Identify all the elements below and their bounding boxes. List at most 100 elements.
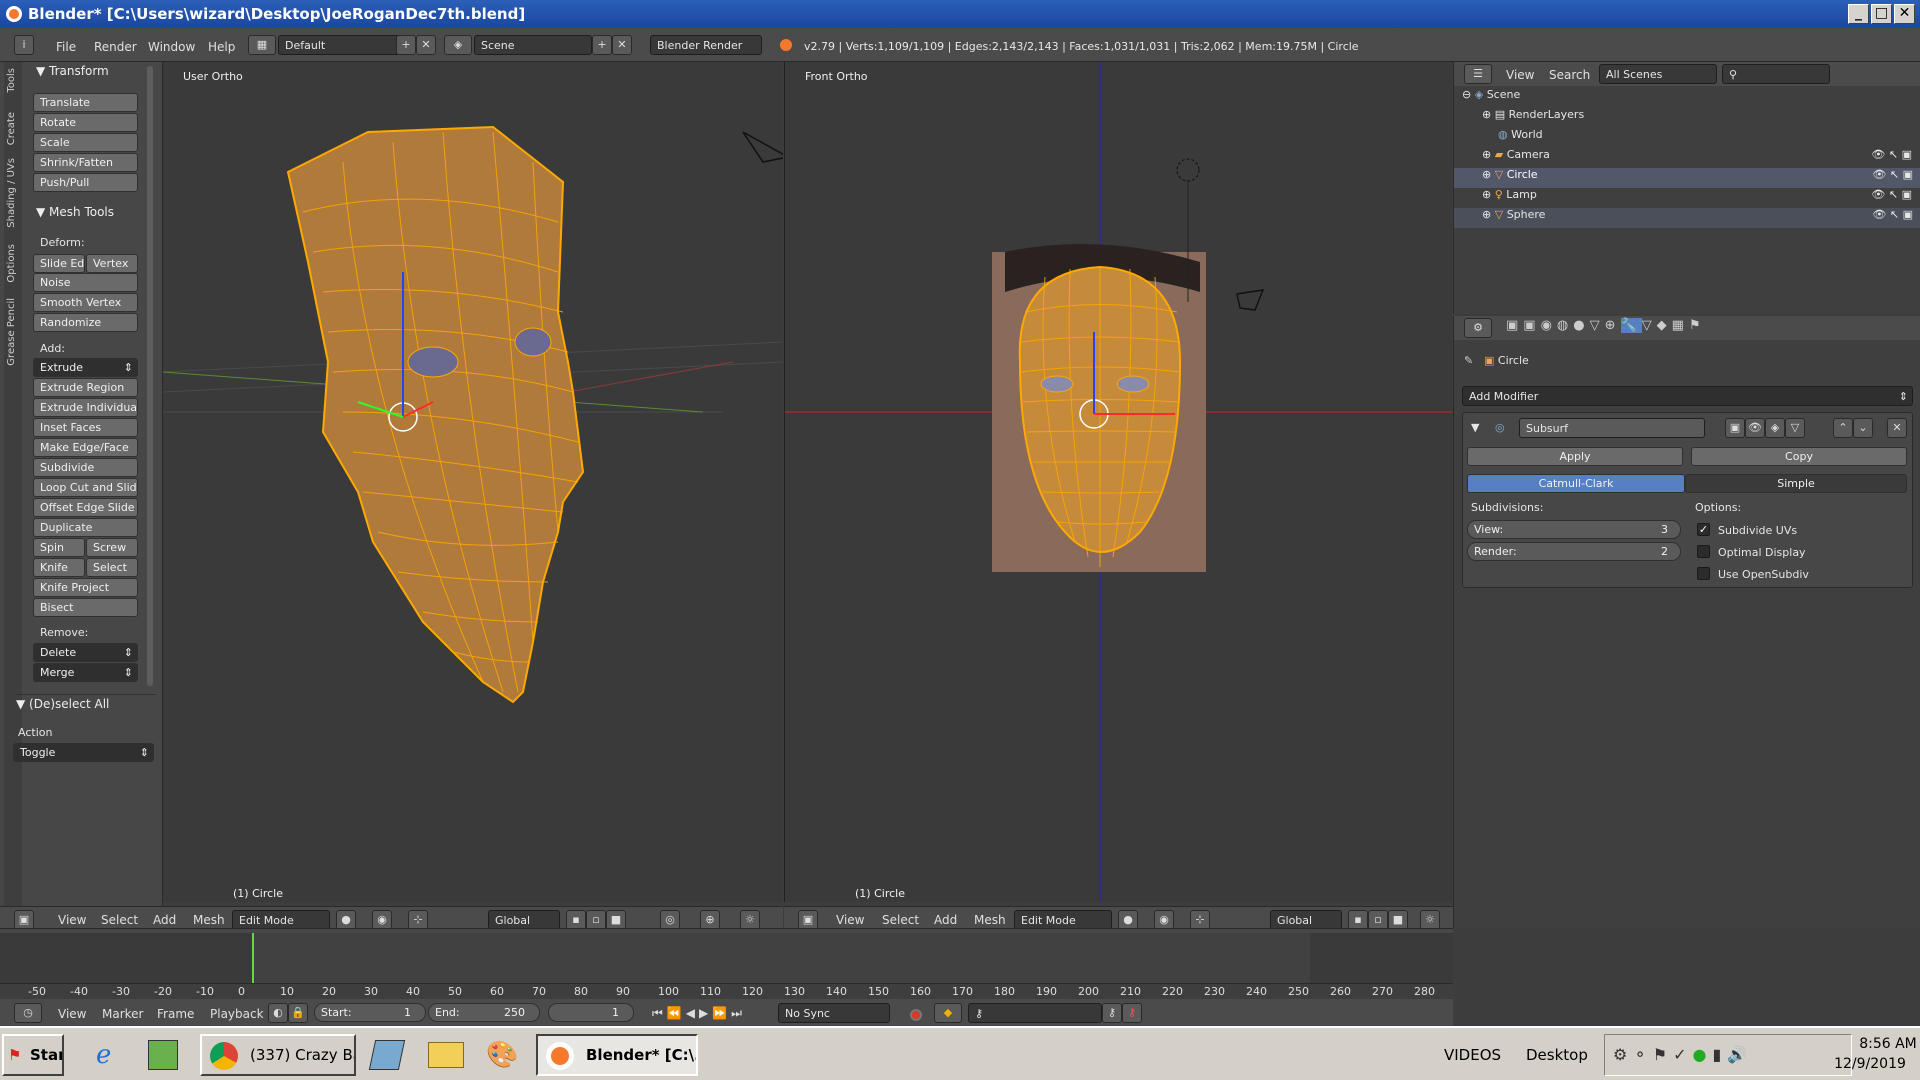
tray-icons[interactable]: ⚙⚬⚑✓●▮🔊 [1613, 1045, 1753, 1064]
select-mode-face-icon[interactable]: ■ [606, 910, 626, 930]
vp-left-menu-mesh[interactable]: Mesh [193, 913, 225, 927]
outliner-editor-type-button[interactable]: ☰ [1464, 64, 1492, 84]
merge-dropdown[interactable]: Merge ⇕ [33, 663, 138, 682]
editmode-toggle-icon[interactable]: ◈ [1765, 418, 1785, 438]
viewport-user-ortho[interactable]: User Ortho (1) Circle [163, 62, 783, 902]
action-dropdown[interactable]: Toggle ⇕ [13, 743, 154, 762]
end-frame-field[interactable]: End: 250 [428, 1003, 540, 1022]
subdivide-button[interactable]: Subdivide [33, 458, 138, 477]
maximize-button[interactable]: □ [1871, 4, 1892, 24]
outliner-scope-dropdown[interactable]: All Scenes [1599, 64, 1717, 84]
preview-range-icon[interactable]: ◐ [268, 1003, 288, 1023]
vp-left-mode-dropdown[interactable]: Edit Mode [232, 910, 330, 930]
close-button[interactable]: ✕ [1894, 4, 1915, 24]
tab-grease-pencil[interactable]: Grease Pencil [6, 298, 17, 366]
start-button[interactable]: ⚑ Start [2, 1034, 64, 1076]
scene-dropdown[interactable]: Scene [474, 35, 592, 55]
sync-dropdown[interactable]: No Sync [778, 1003, 890, 1023]
tab-tools[interactable]: Tools [6, 68, 17, 93]
vertex-slide-button[interactable]: Vertex [86, 254, 138, 273]
taskbar-toolbar-videos[interactable]: VIDEOS [1444, 1046, 1501, 1064]
duplicate-button[interactable]: Duplicate [33, 518, 138, 537]
render-preview-icon[interactable]: ☼ [740, 910, 760, 930]
bisect-button[interactable]: Bisect [33, 598, 138, 617]
apply-button[interactable]: Apply [1467, 447, 1683, 466]
inset-faces-button[interactable]: Inset Faces [33, 418, 138, 437]
remove-layout-icon[interactable]: ✕ [416, 35, 436, 55]
outliner-item-camera[interactable]: ⊕ ▰ Camera 👁 ↖ ▣ [1482, 148, 1912, 168]
properties-context-tabs[interactable]: ▣▣◉◍●▽⊕🔧▽◆▦⚑ [1506, 318, 1706, 333]
knife-select-button[interactable]: Select [86, 558, 138, 577]
render-levels-field[interactable]: Render: 2 [1467, 542, 1681, 561]
proportional-icon[interactable]: ◎ [660, 910, 680, 930]
menu-help[interactable]: Help [208, 40, 235, 54]
taskbar-toolbar-desktop[interactable]: Desktop [1526, 1046, 1588, 1064]
smooth-vertex-button[interactable]: Smooth Vertex [33, 293, 138, 312]
folder-icon[interactable] [428, 1042, 464, 1068]
offset-edge-slide-button[interactable]: Offset Edge Slide [33, 498, 138, 517]
rotate-button[interactable]: Rotate [33, 113, 138, 132]
add-scene-icon[interactable]: + [592, 35, 612, 55]
vp-left-menu-add[interactable]: Add [153, 913, 176, 927]
shelf-scrollbar[interactable] [147, 66, 153, 686]
visibility-icons[interactable]: 👁 ↖ ▣ [1872, 168, 1913, 181]
notepad-icon[interactable] [148, 1040, 178, 1070]
make-edge-face-button[interactable]: Make Edge/Face [33, 438, 138, 457]
timeline-editor-type-button[interactable]: ◷ [14, 1003, 42, 1023]
slide-edge-button[interactable]: Slide Ed [33, 254, 85, 273]
catmull-clark-button[interactable]: Catmull-Clark [1467, 474, 1685, 493]
extrude-region-button[interactable]: Extrude Region [33, 378, 138, 397]
outliner-item-lamp[interactable]: ⊕ ♀ Lamp 👁 ↖ ▣ [1482, 188, 1912, 208]
tab-options[interactable]: Options [6, 244, 17, 283]
noise-button[interactable]: Noise [33, 273, 138, 292]
optimal-display-checkbox[interactable] [1697, 545, 1710, 558]
book-icon[interactable] [368, 1040, 406, 1070]
mesh-tools-panel-title[interactable]: ▼ Mesh Tools [36, 205, 114, 219]
add-modifier-dropdown[interactable]: Add Modifier ⇕ [1462, 386, 1913, 406]
remove-modifier-icon[interactable]: ✕ [1887, 418, 1907, 438]
translate-button[interactable]: Translate [33, 93, 138, 112]
select-mode-vertex-icon[interactable]: ▪ [1348, 910, 1368, 930]
outliner-item-sphere[interactable]: ⊕ ▽ Sphere 👁 ↖ ▣ [1454, 208, 1920, 228]
modifier-name-input[interactable]: Subsurf [1519, 418, 1705, 438]
lock-range-icon[interactable]: 🔒 [288, 1003, 308, 1023]
visibility-icons[interactable]: 👁 ↖ ▣ [1871, 148, 1912, 161]
outliner-item-scene[interactable]: ⊖ ◈ Scene [1462, 88, 1912, 108]
menu-render[interactable]: Render [94, 40, 137, 54]
timeline-menu-marker[interactable]: Marker [102, 1007, 143, 1021]
screw-button[interactable]: Screw [86, 538, 138, 557]
vp-right-menu-select[interactable]: Select [882, 913, 919, 927]
vp-left-orientation-dropdown[interactable]: Global [488, 910, 560, 930]
render-engine-dropdown[interactable]: Blender Render [650, 35, 762, 55]
select-mode-face-icon[interactable]: ■ [1388, 910, 1408, 930]
outliner-search-input[interactable]: ⚲ [1722, 64, 1830, 84]
delete-dropdown[interactable]: Delete ⇕ [33, 643, 138, 662]
keying-set-dropdown[interactable]: ⚷ [968, 1003, 1102, 1023]
render-preview-icon[interactable]: ☼ [1420, 910, 1440, 930]
shading-sphere-icon[interactable]: ● [336, 910, 356, 930]
randomize-button[interactable]: Randomize [33, 313, 138, 332]
tab-create[interactable]: Create [6, 112, 17, 145]
properties-editor-type-button[interactable]: ⚙ [1464, 318, 1492, 338]
visibility-icons[interactable]: 👁 ↖ ▣ [1872, 208, 1913, 221]
timeline-menu-playback[interactable]: Playback [210, 1007, 264, 1021]
start-frame-field[interactable]: Start: 1 [314, 1003, 426, 1022]
collapse-icon[interactable]: ▼ [1471, 421, 1479, 434]
outliner-menu-view[interactable]: View [1506, 68, 1534, 82]
ie-icon[interactable]: ℯ [96, 1040, 111, 1070]
taskbar-blender[interactable]: Blender* [C:\... [536, 1034, 698, 1076]
manipulator-icon[interactable]: ⊹ [1190, 910, 1210, 930]
subdivide-uvs-checkbox[interactable]: ✓ [1697, 523, 1710, 536]
timeline-menu-frame[interactable]: Frame [157, 1007, 194, 1021]
info-editor-type-button[interactable]: i [14, 35, 34, 55]
playback-controls[interactable]: ⏮⏪◀▶⏩⏭ [652, 1006, 746, 1021]
loop-cut-button[interactable]: Loop Cut and Slide [33, 478, 138, 497]
vp-right-orientation-dropdown[interactable]: Global [1270, 910, 1342, 930]
spin-button[interactable]: Spin [33, 538, 85, 557]
viewport-toggle-icon[interactable]: 👁 [1745, 418, 1765, 438]
move-up-icon[interactable]: ⌃ [1833, 418, 1853, 438]
outliner-menu-search[interactable]: Search [1549, 68, 1590, 82]
knife-button[interactable]: Knife [33, 558, 85, 577]
snap-icon[interactable]: ⊕ [700, 910, 720, 930]
view-levels-field[interactable]: View: 3 [1467, 520, 1681, 539]
